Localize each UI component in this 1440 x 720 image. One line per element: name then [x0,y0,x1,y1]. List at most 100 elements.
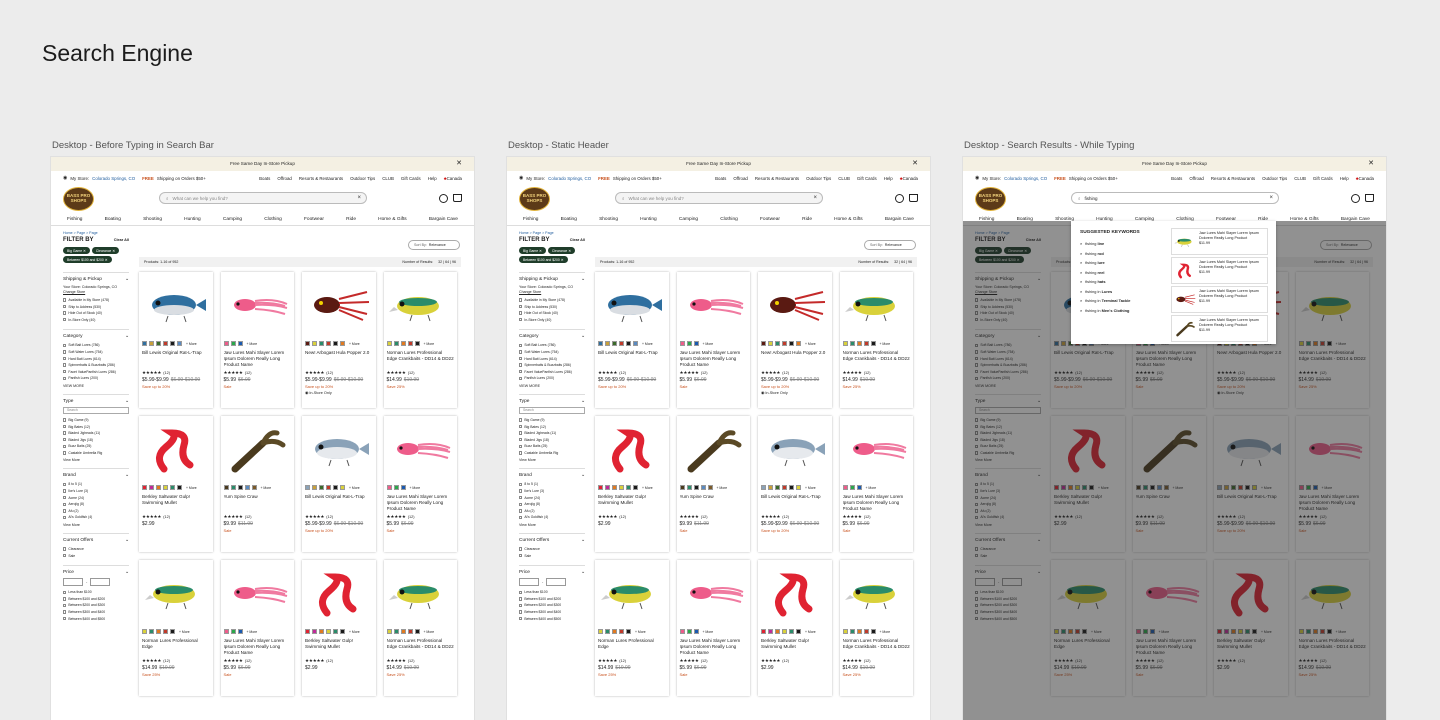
color-swatch[interactable] [782,341,787,346]
checkbox[interactable] [63,502,67,506]
cart-icon[interactable] [1365,194,1374,202]
filter-option[interactable]: Big Game (9) [519,417,585,424]
chevron-down-icon[interactable]: ⌄ [581,570,585,575]
country-selector[interactable]: ♣Canada [1356,176,1374,181]
squid-lure-pink-icon[interactable] [387,419,455,483]
color-swatch[interactable] [156,485,161,490]
more-swatches-link[interactable]: + More [186,486,197,490]
product-name[interactable]: Jaw Lures Mahi Slayer Lorem Ipsum Dolore… [387,494,455,512]
nav-item[interactable]: Clothing [264,217,282,222]
crankbait-blue-icon[interactable] [142,275,210,339]
color-swatch[interactable] [340,629,345,634]
filter-chip[interactable]: Big Game ✕ [63,247,90,254]
crankbait-yellow-icon[interactable] [843,275,911,339]
account-icon[interactable] [1351,194,1360,203]
crankbait-silver-icon[interactable] [761,419,829,483]
utility-link[interactable]: Boats [1171,176,1182,181]
nav-item[interactable]: Hunting [184,217,201,222]
more-swatches-link[interactable]: + More [880,342,891,346]
color-swatch[interactable] [237,629,243,634]
filter-option[interactable]: Afu (2) [63,508,129,515]
checkbox[interactable] [519,444,523,448]
nav-item[interactable]: Shooting [143,217,162,222]
filter-option[interactable]: Spinnerbaits & Buzzbaits (286) [519,362,585,369]
color-swatch[interactable] [626,629,631,634]
color-swatch[interactable] [312,341,317,346]
more-swatches-link[interactable]: + More [805,630,816,634]
more-swatches-link[interactable]: + More [880,630,891,634]
product-name[interactable]: Jaw Lures Mahi Slayer Lorem Ipsum Dolore… [843,494,911,512]
bass-pro-logo[interactable]: BASS PRO SHOPS [975,187,1006,211]
crankbait-blue-icon[interactable] [598,275,666,339]
product-card[interactable]: + More Norman Lures Professional Edge ★★★★… [595,560,669,696]
color-swatch[interactable] [693,485,699,490]
nav-item[interactable]: Boating [105,217,121,222]
checkbox[interactable] [63,298,67,302]
bass-pro-logo[interactable]: BASS PRO SHOPS [519,187,550,211]
utility-link[interactable]: Offroad [733,176,748,181]
filter-option[interactable]: Acme (24) [63,494,129,501]
color-swatch[interactable] [870,341,876,346]
checkbox[interactable] [63,603,67,608]
keyword-suggestion[interactable]: ⌕ fishing in Men's Clothing [1080,306,1175,316]
keyword-suggestion[interactable]: ⌕ fishing rod [1080,249,1175,259]
color-swatch[interactable] [237,485,243,490]
checkbox[interactable] [63,418,67,422]
clear-all-link[interactable]: Clear All [114,238,129,242]
filter-option[interactable]: Bladed Jigheads (11) [519,430,585,437]
per-page-options[interactable]: 32 | 64 | 96 [894,260,912,264]
checkbox[interactable] [63,356,67,361]
chevron-down-icon[interactable]: ⌄ [125,399,129,404]
utility-link[interactable]: Resorts & Restaurants [1211,176,1255,181]
color-swatch[interactable] [633,341,638,346]
color-swatch[interactable] [326,485,331,490]
squid-lure-pink-icon[interactable] [224,563,292,627]
checkbox[interactable] [519,597,523,601]
color-swatch[interactable] [177,341,182,346]
color-swatch[interactable] [849,629,855,634]
checkbox[interactable] [519,451,523,455]
more-swatches-link[interactable]: + More [349,486,360,490]
product-name[interactable]: Yum Spine Craw [680,494,748,512]
grub-red-icon[interactable] [305,563,373,627]
color-swatch[interactable] [761,629,766,634]
account-icon[interactable] [439,194,448,203]
color-swatch[interactable] [679,485,685,490]
grub-red-icon[interactable] [761,563,829,627]
cart-icon[interactable] [453,194,462,202]
checkbox[interactable] [519,603,523,608]
filter-option[interactable]: In-Store Only (40) [519,316,585,323]
color-swatch[interactable] [782,629,787,634]
color-swatch[interactable] [612,341,617,346]
popper-red-icon[interactable] [761,275,829,339]
filter-chip[interactable]: Big Game ✕ [519,247,546,254]
color-swatch[interactable] [305,341,310,346]
filter-option[interactable]: Between $200 and $300 [519,602,585,609]
suggested-product[interactable]: Jaw Lures Mahi Slayer Lorem Ipsum Dolore… [1171,257,1268,284]
filter-option[interactable]: Al's Goldfish (4) [63,514,129,521]
view-more-link[interactable]: View More [519,523,585,527]
breadcrumb[interactable]: Home > Page > Page [507,226,930,235]
utility-link[interactable]: Gift Cards [401,176,421,181]
utility-link[interactable]: CLUB [1294,176,1306,181]
color-swatch[interactable] [305,485,310,490]
clear-all-link[interactable]: Clear All [570,238,585,242]
product-name[interactable]: Norman Lures Professional Edge [142,638,210,656]
min-price-field[interactable] [63,577,83,586]
color-swatch[interactable] [789,341,794,346]
filter-option[interactable]: Big Bates (12) [519,423,585,430]
keyword-suggestion[interactable]: ⌕ fishing in Lures [1080,287,1175,297]
nav-item[interactable]: Clothing [720,217,738,222]
filter-option[interactable]: Big Bates (12) [63,423,129,430]
product-name[interactable]: Jaw Lures Mahi Slayer Lorem Ipsum Dolore… [224,350,292,368]
checkbox[interactable] [519,370,523,374]
color-swatch[interactable] [340,341,345,346]
min-price-field[interactable] [519,577,539,586]
color-swatch[interactable] [619,629,624,634]
color-swatch[interactable] [312,629,317,634]
chevron-down-icon[interactable]: ⌄ [125,277,129,282]
product-name[interactable]: Berkley Saltwater Gulp! Swimming Mullet [305,638,373,656]
suggested-product[interactable]: Jaw Lures Mahi Slayer Lorem Ipsum Dolore… [1171,315,1268,342]
color-swatch[interactable] [707,485,713,490]
product-card[interactable]: + More Bill Lewis Original Rat-L-Trap ★★★★… [302,416,376,552]
